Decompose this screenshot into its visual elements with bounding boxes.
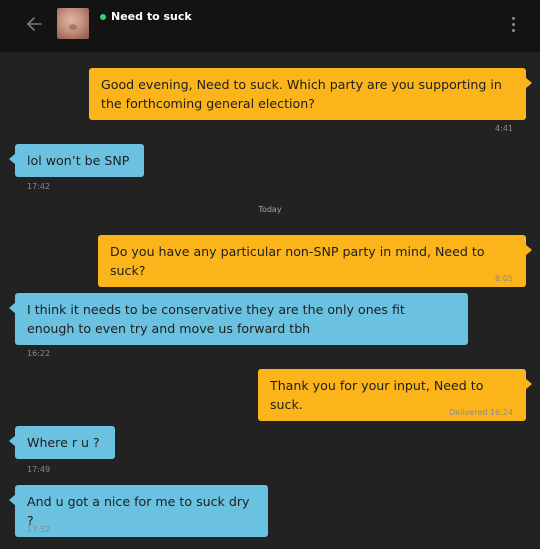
arrow-left-icon [27,17,42,31]
message-text: Thank you for your input, Need to suck. [270,378,484,412]
contact-name[interactable]: Need to suck [111,10,192,24]
message-text: And u got a nice for me to suck dry ? [27,494,250,528]
message-bubble-incoming[interactable]: And u got a nice for me to suck dry ? [9,485,268,537]
back-button[interactable] [22,12,46,36]
message-timestamp: 8:05 [495,274,513,283]
message-text: I think it needs to be conservative they… [27,302,405,336]
more-vertical-icon [511,22,515,26]
message-bubble-incoming[interactable]: I think it needs to be conservative they… [9,293,468,345]
more-vertical-icon [511,16,515,20]
contact-avatar[interactable] [57,8,89,39]
message-text: lol won’t be SNP [27,153,130,168]
message-bubble-incoming[interactable]: Where r u ? [9,426,115,459]
message-text: Where r u ? [27,435,100,450]
message-timestamp: 17:52 [27,525,51,534]
chat-header: Need to suck [0,0,540,52]
more-options-button[interactable] [506,14,520,34]
online-status-dot [100,14,106,20]
avatar-photo-detail [69,24,77,30]
more-vertical-icon [511,28,515,32]
message-timestamp: 17:49 [27,465,51,474]
message-status-timestamp: Delivered 16:24 [449,408,513,417]
message-bubble-outgoing[interactable]: Good evening, Need to suck. Which party … [89,68,532,120]
chat-screen: Need to suck Good evening, Need to suck.… [0,0,540,549]
message-bubble-incoming[interactable]: lol won’t be SNP [9,144,144,177]
message-timestamp: 17:42 [27,182,51,191]
message-text: Good evening, Need to suck. Which party … [101,77,502,111]
message-timestamp: 4:41 [495,124,513,133]
day-divider: Today [258,205,282,214]
message-text: Do you have any particular non-SNP party… [110,244,485,278]
message-timestamp: 16:22 [27,349,51,358]
